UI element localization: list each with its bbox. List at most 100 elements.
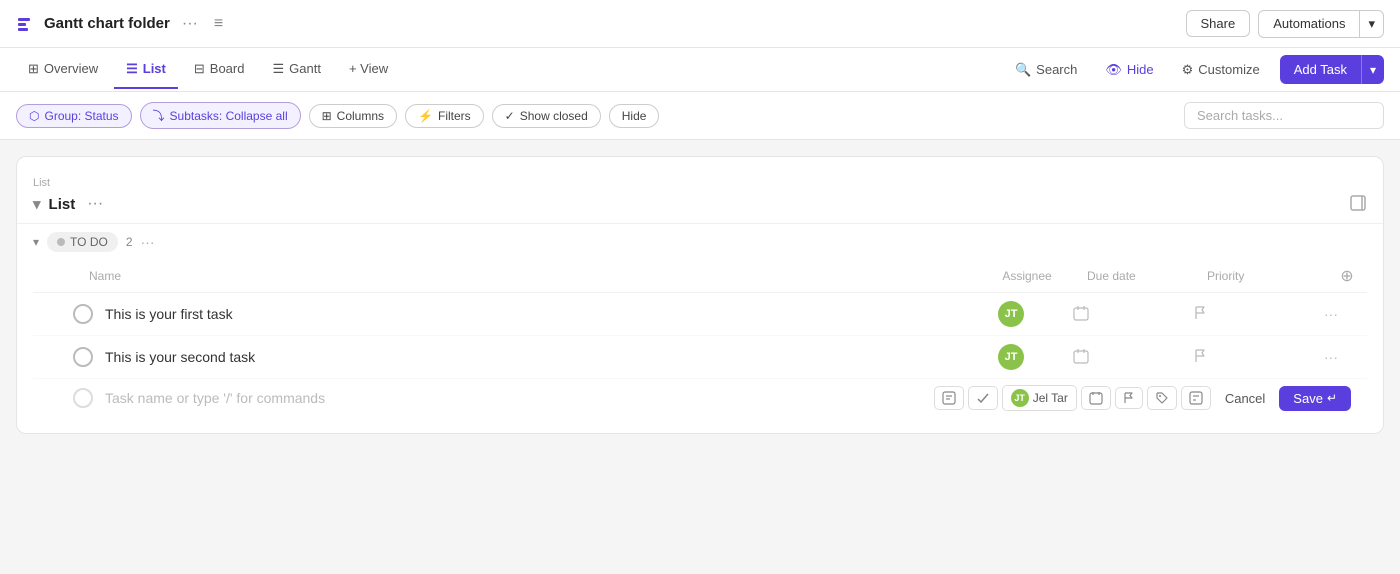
task-checkbox-2[interactable] bbox=[73, 347, 93, 367]
group-status-button[interactable]: ⬡ Group: Status bbox=[16, 104, 132, 128]
gantt-app-icon bbox=[16, 14, 36, 34]
col-assignee-header: Assignee bbox=[967, 269, 1087, 283]
customize-button[interactable]: ⚙ Customize bbox=[1174, 57, 1268, 83]
show-closed-button[interactable]: ✓ Show closed bbox=[492, 104, 601, 128]
list-collapse-icon[interactable]: ▾ bbox=[33, 195, 41, 213]
task-more-2[interactable]: ··· bbox=[1311, 347, 1351, 367]
task-ellipsis-2[interactable]: ··· bbox=[1322, 347, 1340, 367]
save-button[interactable]: Save ↵ bbox=[1279, 386, 1351, 411]
task-more-1[interactable]: ··· bbox=[1311, 304, 1351, 324]
new-task-action-1[interactable] bbox=[934, 386, 964, 410]
filters-button[interactable]: ⚡ Filters bbox=[405, 104, 484, 128]
new-task-assignee-pill[interactable]: JT Jel Tar bbox=[1002, 385, 1077, 411]
columns-icon: ⊞ bbox=[322, 109, 332, 123]
new-task-tag-button[interactable] bbox=[1147, 386, 1177, 410]
status-collapse-button[interactable]: ▾ bbox=[33, 235, 39, 249]
task-ellipsis-1[interactable]: ··· bbox=[1322, 304, 1340, 324]
new-task-flag-button[interactable] bbox=[1115, 387, 1143, 409]
new-task-more-button[interactable] bbox=[1181, 386, 1211, 410]
panel-toggle-icon[interactable] bbox=[1349, 194, 1367, 215]
list-title-text: List bbox=[49, 196, 76, 213]
gear-icon: ⚙ bbox=[1182, 62, 1194, 78]
list-ellipsis-button[interactable]: ··· bbox=[83, 193, 107, 215]
col-priority-header: Priority bbox=[1207, 269, 1327, 283]
check-circle-icon: ✓ bbox=[505, 109, 515, 123]
search-button[interactable]: 🔍 Search bbox=[1007, 57, 1085, 83]
subtasks-label: Subtasks: Collapse all bbox=[170, 109, 288, 123]
toolbar: ⬡ Group: Status ⤵ Subtasks: Collapse all… bbox=[0, 92, 1400, 140]
task-priority-2[interactable] bbox=[1191, 347, 1311, 368]
col-add-header[interactable]: ⊕ bbox=[1327, 266, 1367, 286]
columns-button[interactable]: ⊞ Columns bbox=[309, 104, 397, 128]
nav-tabs: ⊞ Overview ☰ List ⊟ Board ☰ Gantt + View bbox=[16, 51, 400, 89]
filters-label: Filters bbox=[438, 109, 471, 123]
status-badge: TO DO bbox=[47, 232, 118, 252]
new-task-actions: JT Jel Tar Cancel bbox=[934, 385, 1351, 411]
hide-icon: 👁 bbox=[1105, 62, 1122, 78]
tab-board[interactable]: ⊟ Board bbox=[182, 51, 257, 89]
priority-flag-icon-1[interactable] bbox=[1191, 304, 1209, 325]
tab-gantt[interactable]: ☰ Gantt bbox=[260, 51, 332, 89]
new-task-input[interactable] bbox=[105, 386, 934, 410]
add-column-icon[interactable]: ⊕ bbox=[1340, 266, 1353, 286]
columns-label: Columns bbox=[337, 109, 384, 123]
subtask-icon: ⤵ bbox=[153, 107, 165, 124]
hide-toolbar-button[interactable]: Hide bbox=[609, 104, 660, 128]
duedate-icon-1[interactable] bbox=[1071, 303, 1091, 326]
new-task-avatar: JT bbox=[1011, 389, 1029, 407]
task-assignee-1[interactable]: JT bbox=[951, 301, 1071, 327]
board-icon: ⊟ bbox=[194, 61, 205, 77]
nav-actions: 🔍 Search 👁 Hide ⚙ Customize Add Task ▾ bbox=[1007, 55, 1384, 84]
task-assignee-2[interactable]: JT bbox=[951, 344, 1071, 370]
task-name-1: This is your first task bbox=[105, 306, 951, 322]
share-button[interactable]: Share bbox=[1186, 10, 1251, 37]
hide-button[interactable]: 👁 Hide bbox=[1097, 57, 1161, 83]
new-task-row: JT Jel Tar Cancel bbox=[33, 379, 1367, 417]
tab-list[interactable]: ☰ List bbox=[114, 51, 178, 89]
nav-bar: ⊞ Overview ☰ List ⊟ Board ☰ Gantt + View… bbox=[0, 48, 1400, 92]
search-label: Search bbox=[1036, 62, 1077, 77]
duedate-icon-2[interactable] bbox=[1071, 346, 1091, 369]
top-bar-right: Share Automations ▾ bbox=[1186, 10, 1385, 38]
priority-flag-icon-2[interactable] bbox=[1191, 347, 1209, 368]
layers-icon: ⬡ bbox=[29, 109, 39, 123]
new-task-action-2[interactable] bbox=[968, 386, 998, 410]
avatar-2: JT bbox=[998, 344, 1024, 370]
new-task-due-date-button[interactable] bbox=[1081, 386, 1111, 410]
menu-button[interactable]: ≡ bbox=[210, 13, 227, 35]
task-priority-1[interactable] bbox=[1191, 304, 1311, 325]
task-checkbox-1[interactable] bbox=[73, 304, 93, 324]
automations-button[interactable]: Automations bbox=[1258, 10, 1360, 38]
add-task-group: Add Task ▾ bbox=[1280, 55, 1384, 84]
tab-overview[interactable]: ⊞ Overview bbox=[16, 51, 110, 89]
list-icon: ☰ bbox=[126, 61, 138, 77]
add-task-chevron-button[interactable]: ▾ bbox=[1361, 55, 1384, 84]
status-label: TO DO bbox=[70, 235, 108, 249]
hide-label: Hide bbox=[1127, 62, 1154, 77]
task-duedate-1[interactable] bbox=[1071, 303, 1191, 326]
tab-overview-label: Overview bbox=[44, 61, 98, 76]
subtasks-collapse-button[interactable]: ⤵ Subtasks: Collapse all bbox=[140, 102, 301, 129]
col-name-header: Name bbox=[89, 269, 967, 283]
new-task-checkbox[interactable] bbox=[73, 388, 93, 408]
save-enter-icon: ↵ bbox=[1327, 391, 1337, 405]
overview-icon: ⊞ bbox=[28, 61, 39, 77]
top-bar-left: Gantt chart folder ··· ≡ bbox=[16, 13, 227, 35]
list-label: List bbox=[33, 177, 1367, 189]
status-row: ▾ TO DO 2 ··· bbox=[33, 224, 1367, 260]
toolbar-left: ⬡ Group: Status ⤵ Subtasks: Collapse all… bbox=[16, 102, 659, 129]
cancel-button[interactable]: Cancel bbox=[1215, 386, 1275, 411]
automations-chevron-button[interactable]: ▾ bbox=[1360, 10, 1384, 38]
gantt-icon: ☰ bbox=[272, 61, 284, 77]
add-task-button[interactable]: Add Task bbox=[1280, 55, 1361, 84]
tab-add-view[interactable]: + View bbox=[337, 51, 400, 88]
avatar-1: JT bbox=[998, 301, 1024, 327]
group-status-label: Group: Status bbox=[44, 109, 118, 123]
title-ellipsis-button[interactable]: ··· bbox=[178, 13, 202, 35]
customize-label: Customize bbox=[1198, 62, 1259, 77]
task-duedate-2[interactable] bbox=[1071, 346, 1191, 369]
search-tasks-input[interactable] bbox=[1184, 102, 1384, 129]
status-count: 2 bbox=[126, 235, 133, 249]
status-ellipsis-button[interactable]: ··· bbox=[141, 234, 155, 250]
table-row: This is your first task JT ··· bbox=[33, 293, 1367, 336]
